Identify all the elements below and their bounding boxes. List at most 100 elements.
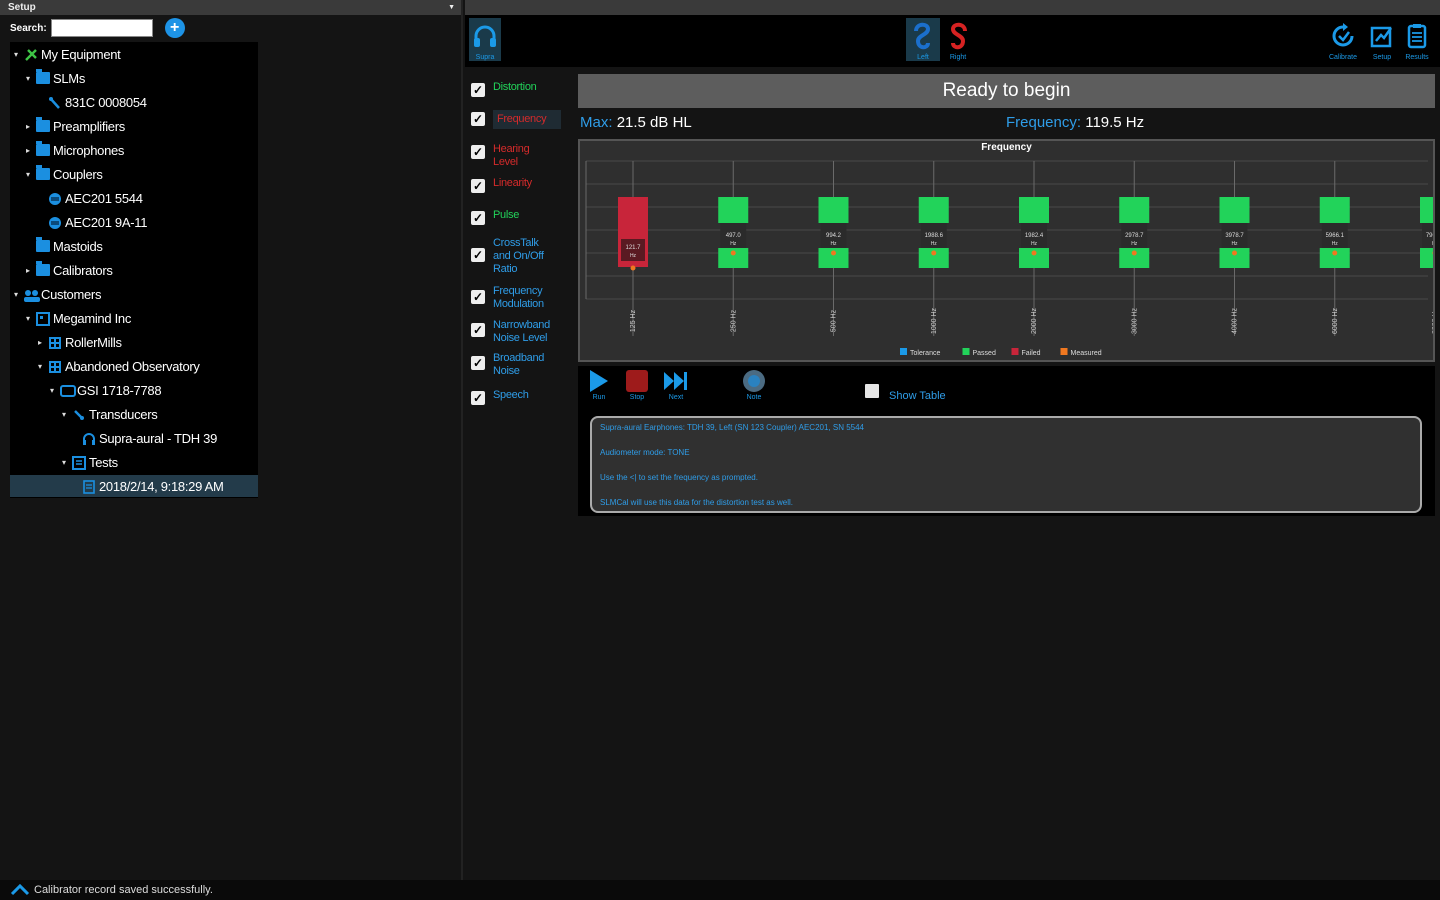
tree-item-customers[interactable]: ▾ Customers — [14, 283, 101, 305]
tree-item-my-equipment[interactable]: ▾ My Equipment — [14, 43, 121, 65]
tests-icon — [72, 456, 86, 470]
measured-marker — [831, 250, 836, 256]
status-message: Calibrator record saved successfully. — [34, 884, 213, 896]
test-item-frequency[interactable]: ✓ Frequency — [471, 110, 561, 129]
tree-item-slm-831c[interactable]: 831C 0008054 — [48, 91, 147, 113]
bar-passed-upper — [1019, 197, 1049, 223]
tree-item-megamind[interactable]: ▾ Megamind Inc — [26, 307, 131, 329]
control-bar: Run Stop Next Note Show Table — [578, 366, 1435, 410]
tree-item-rollermills[interactable]: ▸ RollerMills — [38, 331, 122, 353]
tree-item-transducers[interactable]: ▾ Transducers — [62, 403, 158, 425]
test-item-distortion[interactable]: ✓ Distortion — [471, 81, 561, 97]
show-table-toggle[interactable]: Show Table — [865, 380, 946, 402]
show-table-checkbox[interactable] — [865, 384, 879, 398]
expand-arrow-icon[interactable]: ▸ — [26, 266, 36, 275]
data-label-unit: Hz — [1432, 241, 1433, 247]
results-button[interactable]: Results — [1403, 18, 1431, 61]
left-ear-button[interactable]: Left — [906, 18, 940, 61]
show-table-label: Show Table — [889, 390, 946, 402]
stop-button[interactable]: Stop — [624, 368, 650, 401]
expand-arrow-icon[interactable]: ▾ — [26, 74, 36, 83]
tree-item-gsi[interactable]: ▾ GSI 1718-7788 — [50, 379, 162, 401]
data-label: 1988.6 — [925, 233, 944, 239]
measured-marker — [1232, 250, 1237, 256]
test-checkbox[interactable]: ✓ — [471, 83, 485, 97]
calibrate-button[interactable]: Calibrate — [1329, 18, 1357, 61]
note-button[interactable]: Note — [741, 368, 767, 401]
expand-arrow-icon[interactable]: ▸ — [26, 146, 36, 155]
test-checkbox[interactable]: ✓ — [471, 112, 485, 126]
tree-item-tests[interactable]: ▾ Tests — [62, 451, 118, 473]
expand-arrow-icon[interactable]: ▾ — [14, 50, 24, 59]
expand-arrow-icon[interactable]: ▾ — [26, 314, 36, 323]
tree-item-label: 2018/2/14, 9:18:29 AM — [99, 478, 224, 494]
x-tick-label: 250 Hz — [730, 309, 737, 332]
data-label: 7969.1 — [1426, 233, 1433, 239]
frequency-readout: Frequency: 119.5 Hz — [1006, 114, 1144, 131]
test-checkbox[interactable]: ✓ — [471, 179, 485, 193]
test-item-narrowband-noise[interactable]: ✓ Narrowband Noise Level — [471, 319, 561, 345]
expand-arrow-icon[interactable]: ▸ — [26, 122, 36, 131]
test-checkbox[interactable]: ✓ — [471, 211, 485, 225]
expand-arrow-icon[interactable]: ▸ — [38, 338, 48, 347]
setup-button[interactable]: Setup — [1368, 18, 1396, 61]
tree-item-coupler-9a11[interactable]: AEC201 9A-11 — [48, 211, 147, 233]
run-button[interactable]: Run — [586, 368, 612, 401]
note-label: Note — [746, 394, 762, 401]
search-label: Search: — [10, 22, 47, 34]
messages-panel: Supra-aural Earphones: TDH 39, Left (SN … — [578, 410, 1435, 516]
message-line: Audiometer mode: TONE — [600, 448, 690, 457]
test-item-crosstalk[interactable]: ✓ CrossTalk and On/Off Ratio — [471, 237, 553, 276]
tree-item-coupler-5544[interactable]: AEC201 5544 — [48, 187, 143, 209]
next-icon — [663, 368, 689, 394]
pin-icon[interactable]: ▼ — [448, 4, 455, 11]
test-checkbox[interactable]: ✓ — [471, 391, 485, 405]
right-ear-button[interactable]: Right — [944, 18, 972, 61]
measured-marker — [630, 265, 636, 271]
expand-arrow-icon[interactable]: ▾ — [50, 386, 60, 395]
test-checkbox[interactable]: ✓ — [471, 248, 485, 262]
coupler-icon — [48, 216, 62, 229]
next-button[interactable]: Next — [663, 368, 689, 401]
search-input[interactable] — [50, 19, 153, 37]
test-checkbox[interactable]: ✓ — [471, 356, 485, 370]
expand-arrow-icon[interactable]: ▾ — [62, 410, 72, 419]
test-checkbox[interactable]: ✓ — [471, 323, 485, 337]
test-label: Broadband Noise — [493, 352, 545, 377]
test-item-pulse[interactable]: ✓ Pulse — [471, 209, 561, 225]
expand-arrow-icon[interactable]: ▾ — [14, 290, 24, 299]
results-label: Results — [1405, 54, 1429, 61]
tree-item-test-record[interactable]: 2018/2/14, 9:18:29 AM — [10, 475, 258, 497]
expand-arrow-icon[interactable]: ▾ — [26, 170, 36, 179]
left-label: Left — [917, 54, 929, 61]
tree-item-slms[interactable]: ▾ SLMs — [26, 67, 85, 89]
tree-item-calibrators[interactable]: ▸ Calibrators — [26, 259, 113, 281]
test-item-frequency-modulation[interactable]: ✓ Frequency Modulation — [471, 285, 561, 311]
expand-arrow-icon[interactable]: ▾ — [62, 458, 72, 467]
test-item-speech[interactable]: ✓ Speech — [471, 389, 561, 405]
tree-item-couplers[interactable]: ▾ Couplers — [26, 163, 103, 185]
tree-item-preamplifiers[interactable]: ▸ Preamplifiers — [26, 115, 125, 137]
test-item-hearing-level[interactable]: ✓ Hearing Level — [471, 143, 537, 169]
x-tick-label: 6000 Hz — [1332, 307, 1339, 334]
tree-item-mastoids[interactable]: Mastoids — [36, 235, 103, 257]
message-line: Supra-aural Earphones: TDH 39, Left (SN … — [600, 423, 864, 432]
legend-label: Failed — [1022, 350, 1041, 357]
test-item-broadband-noise[interactable]: ✓ Broadband Noise — [471, 352, 553, 378]
right-label: Right — [949, 54, 967, 61]
test-label: Speech — [493, 389, 529, 401]
test-item-linearity[interactable]: ✓ Linearity — [471, 177, 561, 193]
chevron-up-icon[interactable] — [10, 882, 30, 899]
test-checkbox[interactable]: ✓ — [471, 290, 485, 304]
supra-button[interactable]: Supra — [469, 18, 501, 61]
data-label: 1982.4 — [1025, 233, 1044, 239]
frequency-label: Frequency: — [1006, 114, 1082, 131]
add-button[interactable]: + — [164, 18, 185, 38]
tree-item-microphones[interactable]: ▸ Microphones — [26, 139, 124, 161]
tree-item-supra-aural[interactable]: Supra-aural - TDH 39 — [82, 427, 217, 449]
test-checkbox[interactable]: ✓ — [471, 145, 485, 159]
expand-arrow-icon[interactable]: ▾ — [38, 362, 48, 371]
play-icon — [586, 368, 612, 394]
test-label: Frequency Modulation — [493, 285, 544, 310]
tree-item-abandoned-observatory[interactable]: ▾ Abandoned Observatory — [38, 355, 200, 377]
